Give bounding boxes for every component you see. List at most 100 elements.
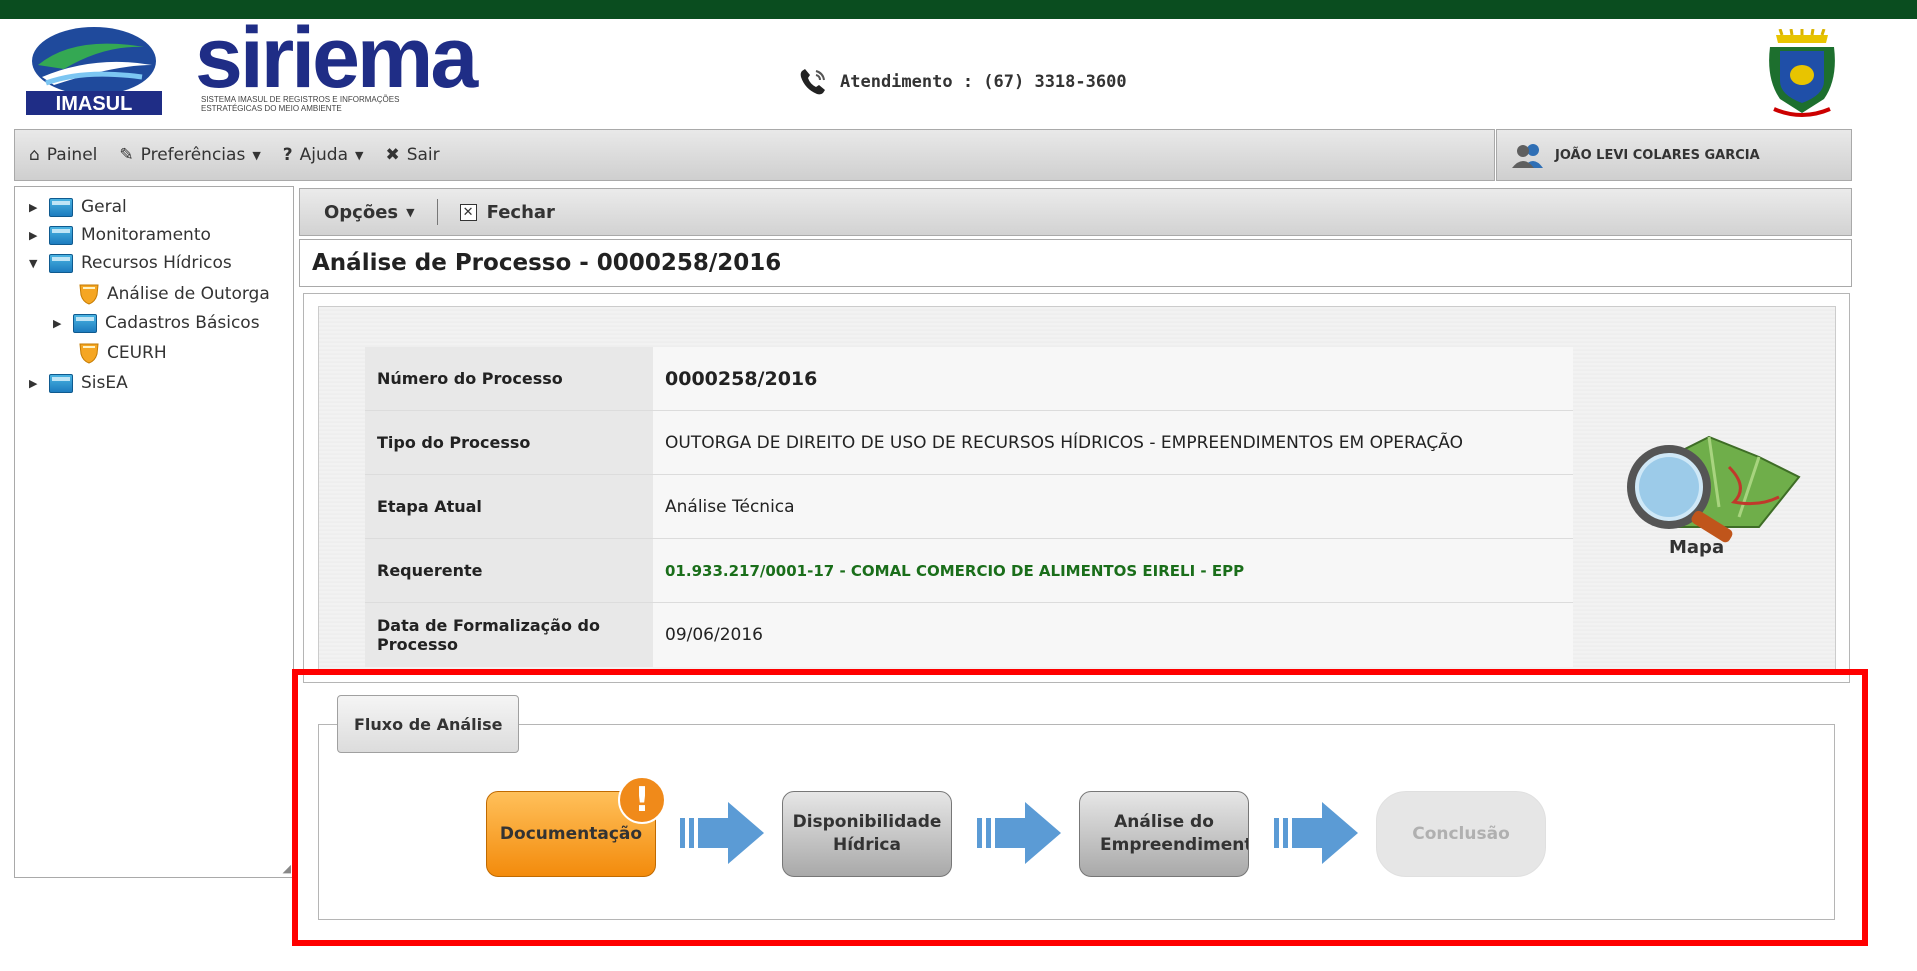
user-name: JOÃO LEVI COLARES GARCIA xyxy=(1555,147,1760,163)
alert-icon: ! xyxy=(618,776,666,824)
tree-item-monitoramento[interactable]: ▶ Monitoramento xyxy=(29,225,211,245)
support-phone-text: Atendimento : (67) 3318-3600 xyxy=(840,72,1127,92)
map-label[interactable]: Mapa xyxy=(1669,537,1724,558)
siriema-logo-text: siriema xyxy=(195,10,478,106)
tree-item-label: Monitoramento xyxy=(81,225,211,245)
tree-item-label: Cadastros Básicos xyxy=(105,313,260,333)
flow-step-label-line1: Análise do xyxy=(1114,812,1214,832)
row-label: Data de Formalização do Processo xyxy=(365,603,653,667)
flow-step-label: Conclusão xyxy=(1412,823,1510,844)
table-row: Número do Processo 0000258/2016 xyxy=(365,347,1573,411)
close-icon: ✖ xyxy=(385,145,400,165)
flow-step-label-line1: Disponibilidade xyxy=(792,812,942,832)
options-menu[interactable]: Opções ▼ xyxy=(324,202,415,223)
folder-icon xyxy=(49,225,73,245)
users-icon xyxy=(1512,144,1543,168)
table-row: Etapa Atual Análise Técnica xyxy=(365,475,1573,539)
siriema-logo: siriema SISTEMA IMASUL DE REGISTROS E IN… xyxy=(195,10,478,119)
formalization-date-value: 09/06/2016 xyxy=(653,603,1573,667)
options-menu-label: Opções xyxy=(324,201,399,223)
tree-item-geral[interactable]: ▶ Geral xyxy=(29,197,127,217)
tree-item-label: SisEA xyxy=(81,373,128,393)
menu-ajuda[interactable]: ? Ajuda ▼ xyxy=(283,145,364,165)
flow-step-analise-empreendimento[interactable]: Análise do Empreendimento xyxy=(1079,791,1249,877)
analysis-flow-legend: Fluxo de Análise xyxy=(337,695,520,753)
flow-step-label: Disponibilidade Hídrica xyxy=(793,811,942,857)
home-icon: ⌂ xyxy=(29,145,40,165)
imasul-logo: IMASUL xyxy=(26,27,162,115)
chevron-down-icon: ▼ xyxy=(252,148,261,162)
applicant-link[interactable]: 01.933.217/0001-17 - COMAL COMERCIO DE A… xyxy=(653,539,1573,602)
row-label: Etapa Atual xyxy=(365,475,653,538)
tree-item-label: Recursos Hídricos xyxy=(81,253,232,273)
main-menubar: ⌂ Painel ✎ Preferências ▼ ? Ajuda ▼ ✖ Sa… xyxy=(14,129,1495,181)
menu-sair-label: Sair xyxy=(406,145,440,165)
flow-arrow-icon xyxy=(1274,802,1358,864)
table-row: Data de Formalização do Processo 09/06/2… xyxy=(365,603,1573,667)
process-info-table: Número do Processo 0000258/2016 Tipo do … xyxy=(365,347,1573,667)
resize-grip-icon[interactable]: ◢ xyxy=(283,862,291,875)
tree-item-label: CEURH xyxy=(107,343,167,363)
menu-ajuda-label: Ajuda xyxy=(299,145,348,165)
menu-painel[interactable]: ⌂ Painel xyxy=(29,145,97,165)
flow-step-label-line2: Empreendimento xyxy=(1100,835,1249,855)
folder-icon xyxy=(49,197,73,217)
content-toolbar: Opções ▼ ✕ Fechar xyxy=(299,188,1852,236)
close-page-label: Fechar xyxy=(486,201,555,223)
menu-painel-label: Painel xyxy=(46,145,98,165)
tree-item-analise-de-outorga[interactable]: Análise de Outorga xyxy=(79,283,270,305)
row-label: Requerente xyxy=(365,539,653,602)
flow-step-disponibilidade-hidrica[interactable]: Disponibilidade Hídrica xyxy=(782,791,952,877)
user-menu[interactable]: JOÃO LEVI COLARES GARCIA xyxy=(1496,129,1852,181)
expand-arrow-icon[interactable]: ▶ xyxy=(29,229,41,242)
table-row: Tipo do Processo OUTORGA DE DIREITO DE U… xyxy=(365,411,1573,475)
process-info-panel: Número do Processo 0000258/2016 Tipo do … xyxy=(303,293,1850,683)
expand-arrow-icon[interactable]: ▶ xyxy=(29,377,41,390)
close-page-button[interactable]: ✕ Fechar xyxy=(459,201,555,223)
tree-item-label: Geral xyxy=(81,197,127,217)
row-label: Número do Processo xyxy=(365,347,653,410)
menu-preferencias[interactable]: ✎ Preferências ▼ xyxy=(119,145,260,165)
folder-icon xyxy=(73,313,97,333)
shield-icon xyxy=(79,284,99,305)
current-stage-value: Análise Técnica xyxy=(653,475,1573,538)
folder-icon xyxy=(49,373,73,393)
flow-arrow-icon xyxy=(977,802,1061,864)
support-phone: Atendimento : (67) 3318-3600 xyxy=(796,65,1127,99)
tree-item-label: Análise de Outorga xyxy=(107,284,270,304)
process-number-value: 0000258/2016 xyxy=(653,347,1573,410)
siriema-logo-subtitle: SISTEMA IMASUL DE REGISTROS E INFORMAÇÕE… xyxy=(201,95,400,113)
imasul-logo-text: IMASUL xyxy=(56,93,133,115)
folder-icon xyxy=(49,253,73,273)
tree-item-ceurh[interactable]: CEURH xyxy=(79,342,167,364)
flow-step-conclusao: Conclusão xyxy=(1376,791,1546,877)
header: IMASUL siriema SISTEMA IMASUL DE REGISTR… xyxy=(0,10,1917,127)
phone-icon xyxy=(800,69,825,95)
help-icon: ? xyxy=(282,145,293,165)
page-title: Análise de Processo - 0000258/2016 xyxy=(312,250,782,276)
toolbar-divider xyxy=(436,199,438,225)
table-row: Requerente 01.933.217/0001-17 - COMAL CO… xyxy=(365,539,1573,603)
chevron-down-icon: ▼ xyxy=(406,205,415,219)
flow-step-label: Documentação xyxy=(499,823,643,844)
expand-arrow-icon[interactable]: ▶ xyxy=(29,201,41,214)
expand-arrow-icon[interactable]: ▶ xyxy=(53,317,65,330)
state-crest-icon xyxy=(1769,29,1835,117)
tree-item-cadastros-basicos[interactable]: ▶ Cadastros Básicos xyxy=(53,313,260,333)
shield-icon xyxy=(79,343,99,364)
process-info-inner: Número do Processo 0000258/2016 Tipo do … xyxy=(318,306,1836,671)
collapse-arrow-icon[interactable]: ▼ xyxy=(29,257,41,270)
flow-step-label-line2: Hídrica xyxy=(833,835,901,855)
row-label: Tipo do Processo xyxy=(365,411,653,474)
tree-item-sisea[interactable]: ▶ SisEA xyxy=(29,373,128,393)
chevron-down-icon: ▼ xyxy=(355,148,364,162)
page-title-bar: Análise de Processo - 0000258/2016 xyxy=(299,239,1852,287)
flow-step-label: Análise do Empreendimento xyxy=(1080,811,1248,857)
flow-arrow-icon xyxy=(680,802,764,864)
menu-preferencias-label: Preferências xyxy=(140,145,246,165)
wrench-icon: ✎ xyxy=(119,145,134,165)
menu-sair[interactable]: ✖ Sair xyxy=(385,145,439,165)
navigation-tree: ▶ Geral ▶ Monitoramento ▼ Recursos Hídri… xyxy=(14,186,294,878)
tree-item-recursos-hidricos[interactable]: ▼ Recursos Hídricos xyxy=(29,253,232,273)
process-type-value: OUTORGA DE DIREITO DE USO DE RECURSOS HÍ… xyxy=(653,411,1573,474)
